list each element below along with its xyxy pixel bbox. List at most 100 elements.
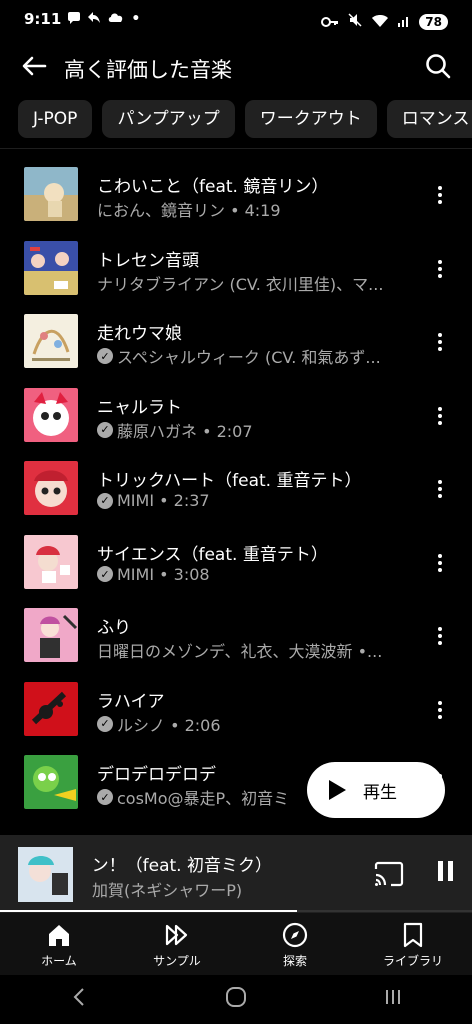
song-subtitle: ✓ スペシャルウィーク (CV. 和氣あず...	[97, 344, 417, 368]
verified-icon: ✓	[97, 492, 113, 509]
recents-icon	[386, 989, 401, 1004]
more-options-button[interactable]	[430, 401, 450, 431]
song-subtitle: ✓ MIMI • 2:37	[97, 491, 417, 510]
bottom-nav: ホーム サンプル 探索 ライブラリ	[0, 913, 472, 975]
song-row[interactable]: トレセン音頭 ナリタブライアン (CV. 衣川里佳)、マ...	[0, 234, 472, 308]
playback-progress[interactable]	[0, 910, 472, 912]
system-home-button[interactable]	[206, 986, 266, 1014]
cloud-icon	[107, 10, 125, 28]
status-bar: 9:11 • 78	[0, 0, 472, 42]
song-subtitle: ✓ 藤原ハガネ • 2:07	[97, 418, 417, 442]
verified-icon: ✓	[97, 566, 113, 582]
song-artist: スペシャルウィーク (CV. 和氣あず...	[117, 348, 381, 367]
system-recents-button[interactable]	[363, 987, 423, 1013]
song-row[interactable]: 走れウマ娘 ✓ スペシャルウィーク (CV. 和氣あず...	[0, 307, 472, 381]
song-title: デロデロデロデ	[97, 765, 216, 785]
cast-button[interactable]	[374, 861, 404, 887]
system-back-button[interactable]	[49, 987, 109, 1013]
song-row[interactable]: サイエンス（feat. 重音テト） ✓ MIMI • 3:08	[0, 528, 472, 602]
divider	[0, 148, 472, 149]
play-icon	[329, 780, 346, 800]
song-subtitle: におん、鏡音リン • 4:19	[97, 197, 417, 221]
search-button[interactable]	[422, 50, 454, 82]
song-title: トレセン音頭	[97, 250, 199, 271]
mini-player[interactable]: ョン！（feat. 初音ミク） 加賀(ネギシャワーP)	[0, 835, 472, 913]
song-thumbnail	[24, 387, 78, 442]
more-options-button[interactable]	[430, 327, 450, 357]
chip-romance[interactable]: ロマンス	[386, 100, 472, 138]
song-thumbnail	[24, 314, 78, 368]
mute-icon	[347, 12, 363, 32]
song-artist: MIMI • 2:37	[117, 491, 210, 510]
song-subtitle: ナリタブライアン (CV. 衣川里佳)、マ...	[97, 271, 417, 295]
samples-icon	[165, 924, 188, 946]
chip-workout[interactable]: ワークアウト	[244, 100, 377, 138]
chip-pump-up[interactable]: パンプアップ	[102, 100, 235, 138]
song-title: サイエンス（feat. 重音テト）	[97, 544, 328, 565]
pause-button[interactable]	[434, 861, 456, 887]
pause-icon	[437, 861, 443, 881]
battery-indicator: 78	[419, 14, 448, 30]
wifi-icon	[371, 13, 389, 32]
library-icon	[403, 922, 423, 948]
more-options-button[interactable]	[430, 180, 450, 210]
now-playing-title: ョン！（feat. 初音ミク）	[92, 856, 272, 876]
back-arrow-icon	[22, 56, 47, 76]
song-subtitle: ✓ MIMI • 3:08	[97, 565, 417, 584]
verified-icon: ✓	[97, 789, 113, 805]
reply-icon	[87, 10, 101, 28]
song-artist: MIMI • 3:08	[117, 564, 210, 584]
chip-jpop[interactable]: J-POP	[18, 100, 93, 138]
song-row[interactable]: こわいこと（feat. 鏡音リン） におん、鏡音リン • 4:19	[0, 160, 472, 234]
verified-icon: ✓	[97, 421, 113, 438]
nav-explore[interactable]: 探索	[236, 913, 354, 975]
song-title: ニャルラト	[97, 397, 182, 418]
play-label: 再生	[363, 782, 397, 803]
song-thumbnail	[24, 167, 78, 221]
song-artist: におん、鏡音リン • 4:19	[97, 201, 281, 220]
song-thumbnail	[24, 240, 78, 295]
now-playing-thumbnail	[18, 847, 73, 902]
song-title: こわいこと（feat. 鏡音リン）	[97, 177, 329, 197]
nav-home[interactable]: ホーム	[0, 913, 118, 975]
message-icon	[67, 10, 81, 28]
verified-icon: ✓	[97, 715, 113, 732]
dot-icon: •	[131, 11, 141, 27]
song-thumbnail	[24, 755, 78, 809]
song-thumbnail	[24, 608, 78, 662]
song-thumbnail	[24, 534, 78, 589]
more-options-button[interactable]	[430, 254, 450, 284]
more-options-button[interactable]	[430, 548, 450, 578]
signal-icon	[397, 13, 411, 32]
song-row[interactable]: ふり 日曜日のメゾンデ、礼衣、大漠波新 •...	[0, 601, 472, 675]
song-title: ラハイア	[97, 691, 165, 712]
status-time: 9:11	[24, 10, 62, 28]
song-thumbnail	[24, 681, 78, 736]
song-row[interactable]: トリックハート（feat. 重音テト） ✓ MIMI • 2:37	[0, 454, 472, 528]
song-row[interactable]: ニャルラト ✓ 藤原ハガネ • 2:07	[0, 381, 472, 455]
song-artist: 藤原ハガネ • 2:07	[117, 421, 253, 441]
back-button[interactable]	[18, 50, 50, 82]
nav-explore-label: 探索	[282, 954, 307, 968]
page-title: 高く評価した音楽	[64, 58, 232, 82]
more-options-button[interactable]	[430, 695, 450, 725]
more-options-button[interactable]	[430, 474, 450, 504]
now-playing-artist: 加賀(ネギシャワーP)	[92, 881, 243, 900]
nav-samples[interactable]: サンプル	[118, 913, 236, 975]
song-artist: 日曜日のメゾンデ、礼衣、大漠波新 •...	[97, 642, 383, 661]
progress-fill	[0, 910, 298, 912]
more-options-button[interactable]	[430, 621, 450, 651]
compass-icon	[282, 922, 308, 948]
song-title: ふり	[97, 618, 131, 638]
song-artist: cosMo@暴走P、初音ミ	[117, 789, 290, 808]
search-icon	[426, 54, 451, 79]
play-button[interactable]: 再生	[307, 762, 445, 818]
nav-home-label: ホーム	[41, 954, 77, 968]
filter-chips: J-POP パンプアップ ワークアウト ロマンス	[18, 100, 472, 138]
nav-samples-label: サンプル	[153, 954, 201, 968]
nav-library[interactable]: ライブラリ	[354, 913, 472, 975]
song-list: こわいこと（feat. 鏡音リン） におん、鏡音リン • 4:19 トレセン音頭…	[0, 160, 472, 822]
song-row[interactable]: ラハイア ✓ ルシノ • 2:06	[0, 675, 472, 749]
cast-icon	[374, 861, 404, 887]
song-artist: ナリタブライアン (CV. 衣川里佳)、マ...	[97, 274, 384, 294]
